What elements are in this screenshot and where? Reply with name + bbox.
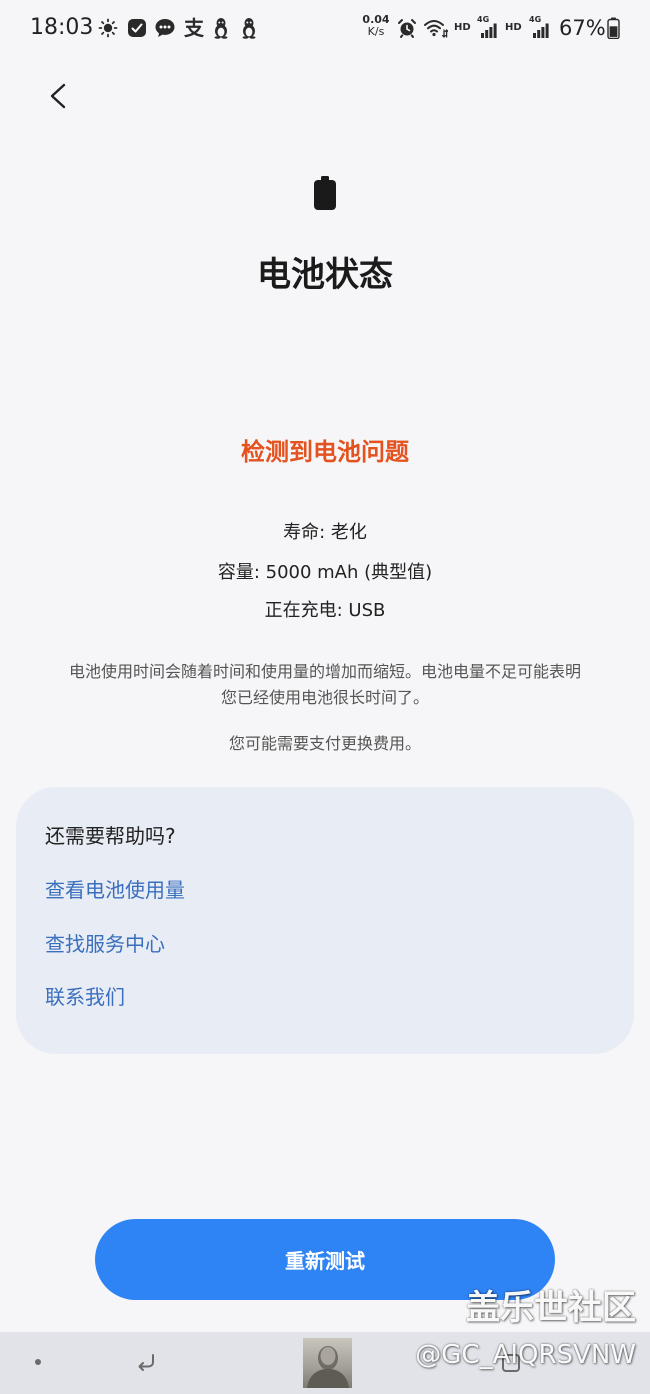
network-speed: 0.04 K/s (361, 14, 391, 38)
replacement-cost-note: 您可能需要支付更换费用。 (228, 734, 421, 753)
qq-icon (241, 17, 257, 39)
battery-icon (313, 175, 337, 215)
battery-description-line: 电池使用时间会随着时间和使用量的增加而缩短。电池电量不足可能表明 (68, 662, 581, 681)
qq-icon (213, 17, 229, 39)
recent-apps-icon[interactable] (500, 1352, 522, 1378)
hd-label: HD (505, 22, 522, 33)
view-battery-usage-link[interactable]: 查看电池使用量 (45, 876, 185, 904)
help-heading: 还需要帮助吗? (45, 824, 176, 848)
back-button[interactable] (40, 78, 76, 114)
battery-health: 寿命: 老化 (283, 522, 367, 543)
contact-us-link[interactable]: 联系我们 (45, 983, 125, 1011)
wifi-icon (423, 17, 448, 39)
retest-button[interactable]: 重新测试 (95, 1219, 555, 1300)
dot-indicator[interactable] (35, 1359, 41, 1365)
signal-icon: 4G (529, 15, 551, 39)
battery-capacity: 容量: 5000 mAh (典型值) (217, 562, 433, 583)
message-icon (154, 17, 176, 39)
hd-label: HD (454, 22, 471, 33)
alarm-icon (397, 18, 417, 38)
battery-icon (607, 17, 620, 39)
help-card: 还需要帮助吗? 查看电池使用量 查找服务中心 联系我们 (16, 787, 634, 1054)
find-service-center-link[interactable]: 查找服务中心 (45, 930, 165, 958)
navigation-bar (0, 1332, 650, 1394)
signal-icon: 4G (477, 15, 499, 39)
status-bar: 18:03 支 0.04 K/s HD 4G HD 4G 67% (0, 0, 650, 56)
app-check-icon (127, 18, 147, 38)
charging-source: 正在充电: USB (264, 600, 386, 621)
chevron-left-icon (50, 83, 66, 109)
battery-warning: 检测到电池问题 (241, 438, 409, 466)
page-title: 电池状态 (257, 255, 393, 295)
alipay-icon: 支 (184, 16, 204, 40)
battery-description-line: 您已经使用电池很长时间了。 (220, 688, 429, 707)
sun-icon (98, 18, 118, 38)
status-time: 18:03 (30, 15, 94, 40)
network-speed-unit: K/s (367, 25, 385, 38)
app-thumbnail[interactable] (303, 1338, 352, 1388)
back-arrow-icon[interactable] (133, 1350, 159, 1380)
battery-percent: 67% (559, 16, 606, 40)
